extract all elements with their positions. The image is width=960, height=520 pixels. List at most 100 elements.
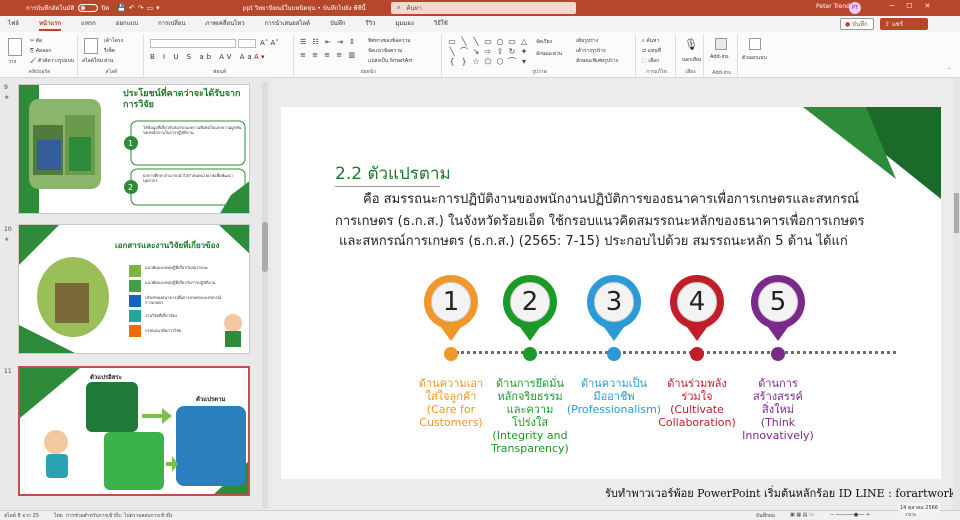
tab-9[interactable]: มุมมอง <box>395 16 413 32</box>
thumb9-item-2: ผลการศึกษาสามารถนำไปกำหนดนโยบายเพื่อพัฒน… <box>143 173 233 183</box>
shape-outline-button[interactable]: เค้าร่างรูปร่าง <box>576 47 606 55</box>
shape-effects-button[interactable]: ลักษณะพิเศษรูปร่าง <box>576 57 618 65</box>
clipboard-group: วาง ✂ ตัด ⎘ คัดลอก 🖌 ตัวคัดวางรูปแบบ คลิ… <box>2 34 78 76</box>
thumbnail-scrollbar[interactable] <box>262 82 268 508</box>
dictate-label[interactable]: บอกเสียง <box>682 56 701 64</box>
thumb10-item-5: กรอบแนวคิดการวิจัย <box>145 328 182 333</box>
language-indicator[interactable]: ไทย <box>54 512 63 520</box>
select-button[interactable]: ⬚ เลือก <box>642 57 659 65</box>
maximize-icon[interactable]: ☐ <box>906 2 912 10</box>
paste-icon[interactable] <box>8 38 22 56</box>
replace-button[interactable]: ⇄ แทนที่ <box>642 47 661 55</box>
body-line-3[interactable]: และสหกรณ์การเกษตร (ธ.ก.ส.) (2565: 7-15) … <box>339 230 848 251</box>
body-line-2[interactable]: การเกษตร (ธ.ก.ส.) ในจังหวัดร้อยเอ็ด ใช้ก… <box>335 210 865 231</box>
notes-button[interactable]: บันทึกย่อ <box>756 512 775 520</box>
slide-heading[interactable]: 2.2 ตัวแปรตาม <box>335 160 451 187</box>
text-direction-button[interactable]: ทิศทางของข้อความ <box>368 37 411 45</box>
current-slide[interactable]: 2.2 ตัวแปรตาม คือ สมรรถนะการปฏิบัติงานขอ… <box>281 107 941 479</box>
timeline-dot-3 <box>607 347 621 361</box>
voice-group-name: เสียง <box>685 69 696 75</box>
font-format-buttons[interactable]: B I U S ab AV Aa <box>150 53 255 61</box>
ribbon: วาง ✂ ตัด ⎘ คัดลอก 🖌 ตัวคัดวางรูปแบบ คลิ… <box>0 32 960 78</box>
tab-6[interactable]: การนำเสนอสไลด์ <box>265 16 310 32</box>
status-bar: สไลด์ 8 จาก 25 ไทย การช่วยสำหรับการเข้าถ… <box>0 510 960 520</box>
designer-label[interactable]: ตัวออกแบบ <box>742 54 767 62</box>
tab-2[interactable]: แทรก <box>81 16 96 32</box>
tab-10[interactable]: วิธีใช้ <box>434 16 448 32</box>
search-box[interactable]: ⌕ ค้นหา <box>391 2 576 14</box>
thumb10-title: เอกสารและงานวิจัยที่เกี่ยวข้อง <box>115 241 220 250</box>
avatar[interactable]: PT <box>849 2 861 14</box>
font-name-input[interactable] <box>150 39 236 48</box>
slide-counter: สไลด์ 8 จาก 25 <box>4 513 39 519</box>
accessibility-status[interactable]: การช่วยสำหรับการเข้าถึง: ไปตรวจสอบการเข้… <box>66 512 172 520</box>
body-line-1[interactable]: คือ สมรรถนะการปฏิบัติงานของพนักงานปฏิบัต… <box>363 188 859 209</box>
arrange-button[interactable]: จัดเรียง <box>536 38 552 46</box>
tab-8[interactable]: รีวิว <box>365 16 375 32</box>
list-buttons[interactable]: ☰ ☷ ⇤ ⇥ ↕ <box>300 38 357 46</box>
cut-button[interactable]: ✂ ตัด <box>30 37 42 45</box>
font-color-icon[interactable]: A ▾ <box>254 53 265 61</box>
slide-scrollbar[interactable] <box>953 78 960 510</box>
minimize-icon[interactable]: ─ <box>890 2 894 10</box>
slide-thumbnail-11[interactable]: ตัวแปรอิสระ ตัวแปรตาม <box>18 366 250 496</box>
competency-pin-1: 1 <box>424 275 478 329</box>
drawing-group: ▭ ╲ ╲ ▭ ○ ▭ △ ╲ ⌒ ↘ ⇨ ⇧ ↻ ✦ {} ☆ ⬠ ⬡ ⌒ ▾ จัดเรียง ลักษณะด… <box>444 34 636 76</box>
zoom-slider[interactable]: − ──────●── + <box>830 512 870 518</box>
layout-button[interactable]: เค้าโครง <box>104 37 123 45</box>
timeline-dot-2 <box>523 347 537 361</box>
new-slide-icon[interactable] <box>84 38 98 54</box>
tab-3[interactable]: ออกแบบ <box>116 16 138 32</box>
font-grow-icon[interactable]: A˄ A˅ <box>260 39 279 47</box>
competency-label-5[interactable]: ด้านการ สร้างสรรค์ สิ่งใหม่ (Think Innovativ… <box>723 377 833 442</box>
thumb9-title: ประโยชน์ที่คาดว่าจะได้รับจาก การวิจัย <box>123 89 241 110</box>
tab-1[interactable]: หน้าแรก <box>38 16 62 32</box>
svg-text:2: 2 <box>128 183 133 192</box>
tab-4[interactable]: การเปลี่ยน <box>158 16 185 32</box>
designer-group: ตัวออกแบบ <box>740 34 772 76</box>
record-button[interactable]: ● บันทึก <box>840 18 874 30</box>
tab-7[interactable]: บันทึก <box>330 16 346 32</box>
quick-access-icons[interactable]: 💾↶↷▭▾ <box>117 4 163 12</box>
pin-tip-2 <box>517 323 543 341</box>
microphone-icon[interactable]: 🎙 <box>684 38 698 51</box>
search-icon: ⌕ <box>397 4 401 11</box>
font-size-input[interactable] <box>238 39 256 48</box>
tab-0[interactable]: ไฟล์ <box>8 16 19 32</box>
slide-thumbnail-9[interactable]: 1 2 ประโยชน์ที่คาดว่าจะได้รับจาก การวิจั… <box>18 84 250 214</box>
format-painter-button[interactable]: 🖌 ตัวคัดวางรูปแบบ <box>30 57 74 65</box>
new-slide-label[interactable]: สไลด์ใหม่ <box>82 57 103 65</box>
addins-icon[interactable] <box>715 38 727 50</box>
section-button[interactable]: ส่วน <box>104 57 113 65</box>
paste-label[interactable]: วาง <box>8 58 16 66</box>
scrollbar-thumb[interactable] <box>954 193 959 233</box>
addins-label[interactable]: Add-ins <box>710 54 729 60</box>
shapes-gallery[interactable]: ▭ ╲ ╲ ▭ ○ ▭ △ ╲ ⌒ ↘ ⇨ ⇧ ↻ ✦ {} ☆ ⬠ ⬡ ⌒ ▾ <box>446 37 530 67</box>
reset-button[interactable]: รีเซ็ต <box>104 47 115 55</box>
close-icon[interactable]: ✕ <box>925 2 931 10</box>
smartart-button[interactable]: แปลงเป็น SmartArt <box>368 57 412 65</box>
view-buttons[interactable]: ▣ ▦ ▤ ▭ <box>790 512 814 518</box>
autosave-toggle[interactable] <box>78 4 99 12</box>
align-text-button[interactable]: จัดแนวข้อความ <box>368 47 402 55</box>
voice-group: 🎙 บอกเสียง เสียง <box>678 34 704 76</box>
timeline-dot-1 <box>444 347 458 361</box>
quick-styles-button[interactable]: ลักษณะด่วน <box>536 50 562 58</box>
competency-number-3: 3 <box>594 282 634 322</box>
collapse-ribbon-icon[interactable]: ˄ <box>948 68 951 74</box>
align-buttons[interactable]: ≡ ≡ ≡ ≡ ▥ <box>300 51 357 59</box>
search-placeholder: ค้นหา <box>406 5 422 12</box>
slide-thumbnail-10[interactable]: เอกสารและงานวิจัยที่เกี่ยวข้อง แนวคิดและ… <box>18 224 250 354</box>
document-title: ppt วิทยานิพนธ์ในบทนิดหุ่น • บันทึกไปยัง… <box>242 5 366 12</box>
find-button[interactable]: ⌕ ค้นหา <box>642 37 659 45</box>
share-button[interactable]: ⇪ แชร์ <box>880 18 928 30</box>
user-name[interactable]: Peter Trend <box>816 3 850 10</box>
competency-label-line: (Think <box>760 416 796 429</box>
scrollbar-thumb[interactable] <box>262 222 268 272</box>
share-icon: ⇪ <box>885 20 892 28</box>
tab-5[interactable]: ภาพเคลื่อนไหว <box>206 16 245 32</box>
designer-icon[interactable] <box>749 38 761 50</box>
shape-fill-button[interactable]: เติมรูปร่าง <box>576 37 598 45</box>
competency-label-line: Innovatively) <box>742 429 814 442</box>
copy-button[interactable]: ⎘ คัดลอก <box>30 47 51 55</box>
